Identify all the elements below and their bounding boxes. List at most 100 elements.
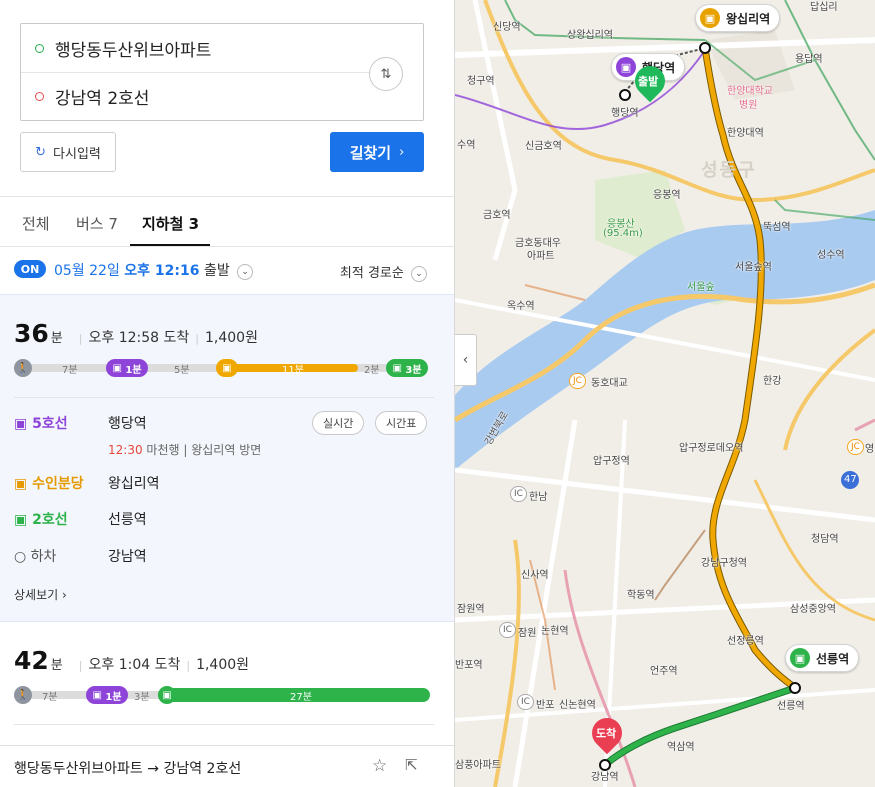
map-label: 신논현역 [559, 700, 596, 711]
destination-field[interactable]: 강남역 2호선 [21, 72, 361, 120]
map-label: 언주역 [650, 666, 678, 677]
alight-label: ○ 하차 [14, 549, 57, 565]
swap-route-button[interactable]: ⇅ [369, 57, 403, 91]
collapse-panel-button[interactable]: ‹ [455, 334, 477, 386]
map-label: 삼성중앙역 [790, 604, 836, 615]
suin-label: ▣ 수인분당 [14, 476, 84, 492]
walk-duration: 7분 [42, 692, 58, 703]
total-minutes: 36 [14, 319, 49, 348]
map-label: 상왕십리역 [567, 30, 613, 41]
ic-badge: IC [517, 694, 534, 710]
map-label: 반포 [536, 700, 555, 711]
map-label: 한양대역 [727, 128, 764, 139]
destination-dot-icon [35, 91, 44, 101]
map-label: 신사역 [521, 570, 549, 581]
station-name: 행당역 [108, 416, 147, 432]
realtime-on-toggle[interactable]: ON [14, 260, 46, 278]
start-pin-label: 출발 [638, 75, 659, 88]
train-icon: ▣ [216, 359, 238, 377]
tab-bus[interactable]: 버스 7 [76, 213, 118, 234]
ic-badge: IC [510, 486, 527, 502]
suin-duration: 11분 [282, 365, 304, 376]
tab-all[interactable]: 전체 [22, 213, 50, 234]
departure-date: 05월 22일 [54, 263, 120, 279]
map-label: 청담역 [811, 534, 839, 545]
line5-segment: ▣ 1분 [106, 359, 148, 377]
map-label: 삼풍아파트 [455, 760, 501, 771]
share-icon[interactable]: ⇱ [405, 756, 418, 774]
station-callout-wangsimni[interactable]: ▣ 왕십리역 [695, 4, 781, 32]
route-summary: 42 분 | 오후 1:04 도착 | 1,400원 [14, 646, 250, 675]
fare: 1,400원 [196, 657, 250, 673]
departure-time-selector[interactable]: 05월 22일 오후 12:16 출발 ⌄ [54, 260, 254, 280]
destination-text: 강남역 2호선 [55, 88, 150, 109]
reset-button[interactable]: ↻ 다시입력 [20, 132, 116, 172]
map-label: 신금호역 [525, 141, 562, 152]
map-label: 병원 [739, 100, 758, 111]
station-name: 왕십리역 [108, 476, 160, 492]
train-icon: ▣ [158, 686, 176, 704]
origin-field[interactable]: 행당동두산위브아파트 [21, 24, 361, 72]
route-card-2[interactable]: 42 분 | 오후 1:04 도착 | 1,400원 🚶 7분 ▣ 1분 3분 … [0, 622, 454, 752]
route-panel: 행당동두산위브아파트 강남역 2호선 ⇅ ↻ 다시입력 길찾기 › 전체 버스 … [0, 0, 455, 787]
map-label: 한강 [763, 376, 782, 387]
map-label: 한남 [529, 492, 548, 503]
map-label: 역삼역 [667, 742, 695, 753]
map-label: 용답역 [795, 54, 823, 65]
map-label: 학동역 [627, 590, 655, 601]
map-label: 선정릉역 [727, 636, 764, 647]
timetable-button[interactable]: 시간표 [375, 411, 428, 435]
map-label: 아파트 [527, 251, 555, 262]
station-callout-seolleung[interactable]: ▣ 선릉역 [785, 644, 860, 672]
arrival-time: 오후 12:58 도착 [88, 330, 190, 346]
route-card-1[interactable]: 36 분 | 오후 12:58 도착 | 1,400원 🚶 7분 ▣ 1분 5분… [0, 294, 454, 622]
walk-duration: 3분 [134, 692, 150, 703]
line2-duration: 27분 [290, 692, 312, 703]
map-label: 수역 [457, 140, 476, 151]
departure-time: 오후 12:16 [124, 263, 200, 279]
sort-selector[interactable]: 최적 경로순 ⌄ [340, 262, 427, 282]
map-label: 옥수역 [507, 301, 535, 312]
map-label: 압구정역 [593, 456, 630, 467]
walk-duration: 5분 [174, 365, 190, 376]
chevron-right-icon: › [62, 588, 67, 602]
map-label: 선릉역 [777, 701, 805, 712]
search-route-button[interactable]: 길찾기 › [330, 132, 424, 172]
route-summary-text: 행당동두산위브아파트 → 강남역 2호선 [14, 761, 242, 777]
walk-icon: 🚶 [14, 686, 32, 704]
end-pin-label: 도착 [596, 727, 617, 740]
realtime-button[interactable]: 실시간 [312, 411, 365, 435]
line2-segment: ▣ 3분 [386, 359, 428, 377]
active-tab-indicator [130, 244, 210, 246]
ic-badge: IC [499, 622, 516, 638]
detail-link[interactable]: 상세보기 › [14, 586, 67, 603]
train-icon: ▣ [112, 362, 126, 374]
alight-dot-icon: ○ [14, 549, 27, 565]
station-name: 강남역 [108, 549, 147, 565]
star-icon[interactable]: ☆ [372, 756, 387, 776]
train-icon: ▣ [790, 648, 810, 668]
tab-subway[interactable]: 지하철 3 [142, 213, 199, 234]
map-label: 청구역 [467, 76, 495, 87]
map-label: 잠원역 [457, 604, 485, 615]
route-tabs: 전체 버스 7 지하철 3 [0, 197, 454, 247]
map-label: 영 [865, 444, 875, 455]
walk-icon: 🚶 [14, 359, 32, 377]
walk-duration: 2분 [364, 365, 380, 376]
map-label: 답십리 [810, 2, 838, 13]
fare: 1,400원 [204, 330, 258, 346]
map-view[interactable]: 신당역 상왕십리역 답십리 청구역 한양대학교 병원 용답역 행당역 한양대역 … [455, 0, 875, 787]
search-label: 길찾기 [349, 143, 392, 162]
sort-label: 최적 경로순 [339, 266, 404, 281]
departure-suffix: 출발 [203, 263, 230, 279]
map-label: 압구정로데오역 [679, 443, 744, 454]
map-label: 논현역 [541, 626, 569, 637]
train-icon: ▣ [14, 416, 28, 432]
map-label: 금호역 [483, 210, 511, 221]
step-line2: ▣ 2호선 선릉역 [14, 509, 434, 531]
chevron-left-icon: ‹ [462, 352, 469, 368]
district-label: 성동구 [701, 160, 757, 181]
train-icon: ▣ [616, 57, 636, 77]
route-number: 47 [844, 474, 857, 485]
map-label: 서울숲 [687, 282, 715, 293]
